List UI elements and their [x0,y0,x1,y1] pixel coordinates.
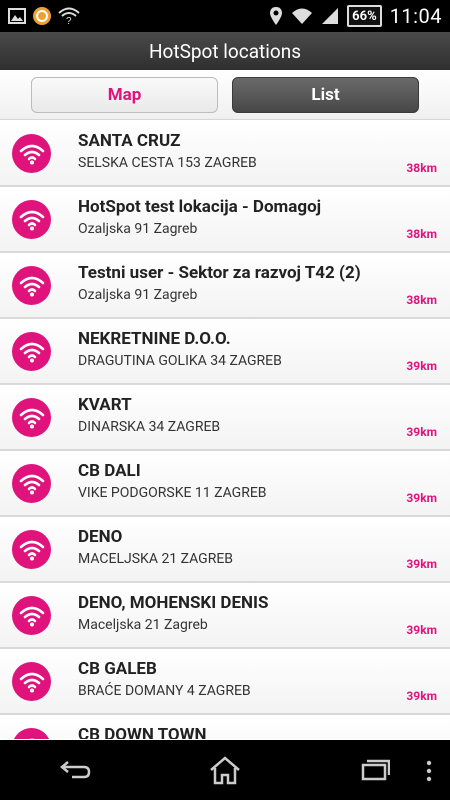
hotspot-distance: 39km [406,491,437,505]
hotspot-distance: 39km [406,557,437,571]
hotspot-name: CB GALEB [78,659,157,679]
hotspot-address: Ozaljska 91 Zagreb [78,221,198,237]
hotspot-name: DENO, MOHENSKI DENIS [78,593,269,613]
hotspot-distance: 38km [406,227,437,241]
tab-list[interactable]: List [232,76,419,113]
hotspot-name: KVART [78,395,132,415]
hotspot-address: Maceljska 21 Zagreb [78,617,208,633]
wifi-question-icon: ? [58,7,80,25]
list-item[interactable]: HotSpot test lokacija - Domagoj Ozaljska… [0,187,450,253]
wifi-signal-icon [291,7,313,25]
hotspot-address: DINARSKA 34 ZAGREB [78,419,221,435]
hotspot-address: Ozaljska 91 Zagreb [78,287,198,303]
wifi-icon [12,398,51,437]
battery-icon: 66% [347,5,382,27]
list-item[interactable]: CB DALI VIKE PODGORSKE 11 ZAGREB 39km [0,451,450,517]
list-item[interactable]: DENO, MOHENSKI DENIS Maceljska 21 Zagreb… [0,583,450,649]
wifi-icon [12,134,51,173]
status-bar: ? 66% 11:04 [0,0,450,32]
home-button[interactable] [185,740,265,800]
sync-app-icon [32,6,52,26]
back-button[interactable] [35,740,115,800]
status-left: ? [0,0,80,32]
hotspot-address: MACELJSKA 21 ZAGREB [78,551,234,567]
wifi-icon [12,266,51,305]
location-pin-icon [269,6,283,26]
wifi-icon [12,728,51,739]
list-item[interactable]: Testni user - Sektor za razvoj T42 (2) O… [0,253,450,319]
wifi-icon [12,596,51,635]
cell-signal-icon [321,7,339,25]
hotspot-name: CB DOWN TOWN [78,725,207,739]
wifi-icon [12,464,51,503]
page-title: HotSpot locations [148,39,302,63]
back-icon [60,761,91,779]
wifi-icon [12,530,51,569]
list-item[interactable]: KVART DINARSKA 34 ZAGREB 39km [0,385,450,451]
hotspot-address: SELSKA CESTA 153 ZAGREB [78,155,257,171]
hotspot-address: BRAĆE DOMANY 4 ZAGREB [78,683,251,699]
hotspot-name: DENO [78,527,123,547]
list-item[interactable]: SANTA CRUZ SELSKA CESTA 153 ZAGREB 38km [0,121,450,187]
clock: 11:04 [389,4,442,28]
recent-apps-icon [361,759,390,781]
hotspot-distance: 39km [406,623,437,637]
list-item[interactable]: CB GALEB BRAĆE DOMANY 4 ZAGREB 39km [0,649,450,715]
hotspot-distance: 39km [406,425,437,439]
hotspot-name: HotSpot test lokacija - Domagoj [78,197,322,217]
hotspot-name: SANTA CRUZ [78,131,181,151]
home-icon [210,756,240,785]
hotspot-distance: 38km [406,161,437,175]
gallery-icon [8,8,26,24]
hotspot-distance: 39km [406,689,437,703]
wifi-icon [12,200,51,239]
navigation-bar [0,740,450,800]
hotspot-address: DRAGUTINA GOLIKA 34 ZAGREB [78,353,282,369]
title-bar: HotSpot locations [0,32,450,70]
wifi-icon [12,662,51,701]
view-toggle: Map List [0,70,450,120]
hotspot-name: CB DALI [78,461,141,481]
list-item[interactable]: DENO MACELJSKA 21 ZAGREB 39km [0,517,450,583]
recent-apps-button[interactable] [335,740,415,800]
list-item[interactable]: CB DOWN TOWN [0,715,450,739]
hotspot-name: Testni user - Sektor za razvoj T42 (2) [78,263,361,283]
hotspot-address: VIKE PODGORSKE 11 ZAGREB [78,485,267,501]
hotspot-distance: 38km [406,293,437,307]
hotspot-distance: 39km [406,359,437,373]
status-right: 66% 11:04 [269,0,450,32]
svg-text:?: ? [66,16,72,25]
list-item[interactable]: NEKRETNINE D.O.O. DRAGUTINA GOLIKA 34 ZA… [0,319,450,385]
hotspot-name: NEKRETNINE D.O.O. [78,329,231,349]
overflow-menu-icon[interactable] [426,760,432,786]
wifi-icon [12,332,51,371]
tab-map[interactable]: Map [31,76,218,113]
hotspot-list[interactable]: SANTA CRUZ SELSKA CESTA 153 ZAGREB 38km … [0,121,450,739]
